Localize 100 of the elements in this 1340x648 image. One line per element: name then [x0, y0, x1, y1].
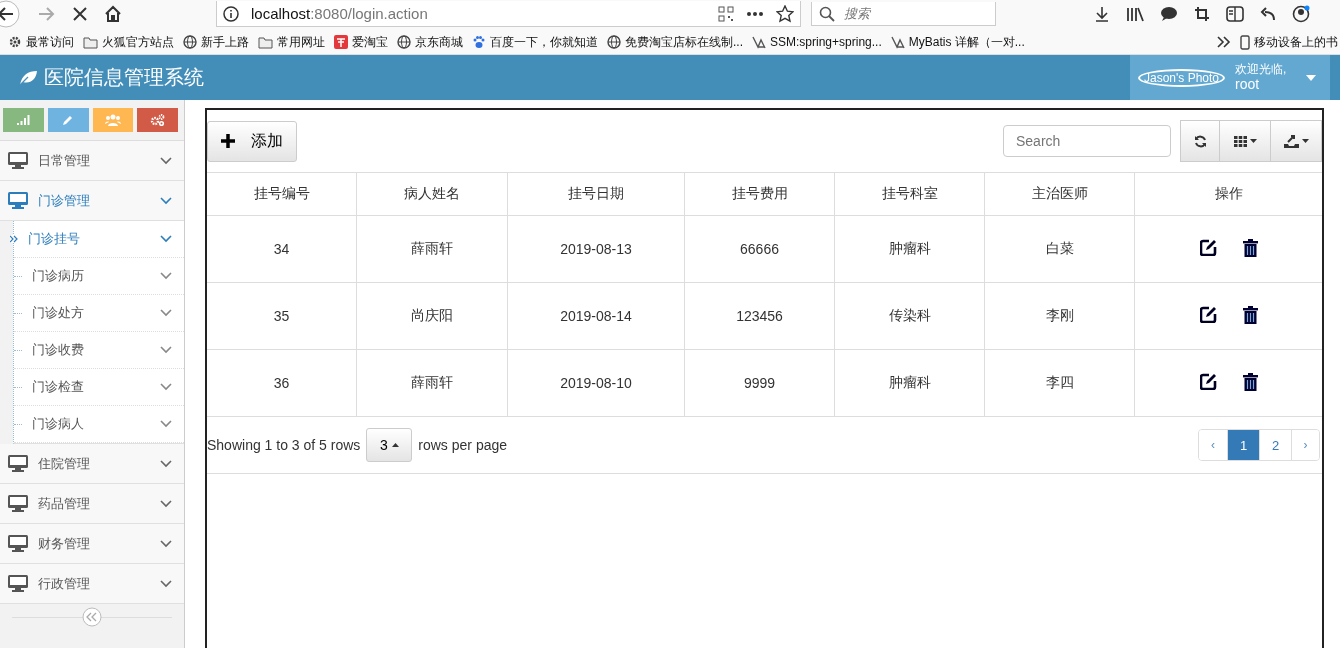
gear-icon [8, 35, 22, 49]
trash-icon[interactable] [1242, 372, 1258, 391]
pencil-icon [62, 114, 75, 126]
submenu-item[interactable]: 门诊检查 [14, 369, 184, 406]
page-button[interactable]: 1 [1227, 430, 1259, 460]
chevron-down-icon [160, 196, 172, 205]
table-cell: 34 [207, 215, 357, 283]
menu-group[interactable]: 住院管理 [0, 444, 184, 484]
phone-icon [1240, 34, 1250, 50]
bookmark-link[interactable]: 爱淘宝 [334, 33, 388, 51]
table-cell: 肿瘤科 [834, 349, 985, 417]
table-cell: 2019-08-14 [507, 282, 685, 350]
monitor-icon [8, 455, 28, 472]
search-field[interactable]: Search [1003, 125, 1171, 157]
bookmark-link[interactable]: 百度一下，你就知道 [472, 33, 598, 51]
bookmark-link[interactable]: 免费淘宝店标在线制... [607, 33, 743, 51]
chat-bubble-icon[interactable] [1160, 6, 1178, 22]
columns-button[interactable] [1219, 120, 1271, 162]
export-button[interactable] [1270, 120, 1322, 162]
chevron-down-icon [160, 420, 172, 428]
folder-icon [258, 35, 273, 49]
submenu-item[interactable]: 门诊病历 [14, 258, 184, 295]
bookmark-link[interactable]: 常用网址 [258, 33, 325, 51]
reader-view-icon[interactable] [1226, 6, 1244, 22]
app-title: 医院信息管理系统 [44, 65, 204, 90]
bookmark-link[interactable]: 最常访问 [8, 33, 74, 51]
submenu-item[interactable]: 门诊处方 [14, 295, 184, 332]
globe-icon [397, 35, 411, 49]
column-header: 挂号科室 [834, 173, 985, 216]
column-header: 挂号编号 [207, 173, 357, 216]
table-cell: 123456 [684, 282, 835, 350]
column-header: 挂号日期 [507, 173, 685, 216]
menu-group[interactable]: 日常管理 [0, 141, 184, 181]
add-button[interactable]: 添加 [207, 120, 297, 162]
url-text: localhost:8080/login.action [251, 5, 428, 22]
export-icon [1283, 134, 1299, 148]
table-cell: 尚庆阳 [356, 282, 508, 350]
leaf-icon [18, 69, 38, 86]
address-bar[interactable]: localhost:8080/login.action [216, 1, 801, 27]
trash-icon[interactable] [1242, 238, 1258, 257]
bookmark-link[interactable]: 火狐官方站点 [83, 33, 174, 51]
caret-down-icon [1301, 139, 1309, 143]
chevron-down-icon [160, 346, 172, 354]
bookmark-link[interactable]: 新手上路 [183, 33, 249, 51]
undo-icon[interactable] [1260, 6, 1276, 22]
submenu-item[interactable]: 门诊收费 [14, 332, 184, 369]
submenu-item[interactable]: 门诊病人 [14, 406, 184, 443]
download-icon[interactable] [1094, 6, 1110, 22]
edit-icon[interactable] [1199, 373, 1217, 391]
globe-icon [607, 35, 621, 49]
next-page-button[interactable]: › [1291, 430, 1319, 460]
bookmark-folder[interactable]: 移动设备上的书 [1240, 33, 1338, 51]
stop-icon[interactable] [72, 6, 88, 22]
bookmark-link[interactable]: MyBatis 详解（一对... [890, 33, 1025, 51]
chevron-down-icon [160, 499, 172, 508]
chevron-down-icon [160, 272, 172, 280]
monitor-icon [8, 535, 28, 552]
info-icon [223, 5, 239, 22]
more-icon[interactable] [746, 10, 764, 17]
user-avatar: Jason's Photo [1138, 68, 1225, 87]
library-icon[interactable] [1126, 6, 1144, 22]
account-icon[interactable] [1292, 5, 1310, 23]
table-cell: 肿瘤科 [834, 215, 985, 283]
table-cell: 9999 [684, 349, 835, 417]
table-cell: 2019-08-10 [507, 349, 685, 417]
search-icon [819, 6, 835, 22]
table-cell: 李刚 [984, 282, 1135, 350]
page-size-dropdown[interactable]: 3 [366, 428, 413, 462]
chevron-down-icon [160, 383, 172, 391]
edit-icon[interactable] [1199, 306, 1217, 324]
globe-icon [183, 35, 197, 49]
crop-icon[interactable] [1194, 6, 1210, 22]
trash-icon[interactable] [1242, 305, 1258, 324]
refresh-button[interactable] [1180, 120, 1220, 162]
table-cell: 66666 [684, 215, 835, 283]
pagination-summary: Showing 1 to 3 of 5 rows [207, 437, 361, 453]
star-icon[interactable] [776, 4, 794, 23]
edit-icon[interactable] [1199, 239, 1217, 257]
menu-group[interactable]: 行政管理 [0, 564, 184, 604]
table-cell: 薛雨轩 [356, 349, 508, 417]
shortcut-button[interactable] [137, 108, 178, 132]
bookmark-link[interactable]: SSM:spring+spring... [752, 35, 882, 49]
paw-icon [472, 35, 486, 49]
caret-down-icon [1249, 139, 1257, 143]
column-header: 主治医师 [984, 173, 1135, 216]
qr-code-icon[interactable] [718, 5, 734, 22]
menu-group[interactable]: 财务管理 [0, 524, 184, 564]
back-icon[interactable] [0, 0, 20, 28]
browser-search-field[interactable]: 搜索 [811, 2, 996, 26]
menu-group[interactable]: 门诊管理 [0, 181, 184, 221]
home-icon[interactable] [104, 5, 122, 23]
chevron-double-right-icon[interactable] [1217, 36, 1231, 48]
table-cell: 2019-08-13 [507, 215, 685, 283]
bookmark-link[interactable]: 京东商城 [397, 33, 463, 51]
monitor-icon [8, 495, 28, 512]
menu-group[interactable]: 药品管理 [0, 484, 184, 524]
submenu-item[interactable]: 门诊挂号 [14, 221, 184, 258]
shop-logo-icon [334, 35, 348, 49]
chevron-down-icon [160, 579, 172, 588]
column-header: 病人姓名 [356, 173, 508, 216]
